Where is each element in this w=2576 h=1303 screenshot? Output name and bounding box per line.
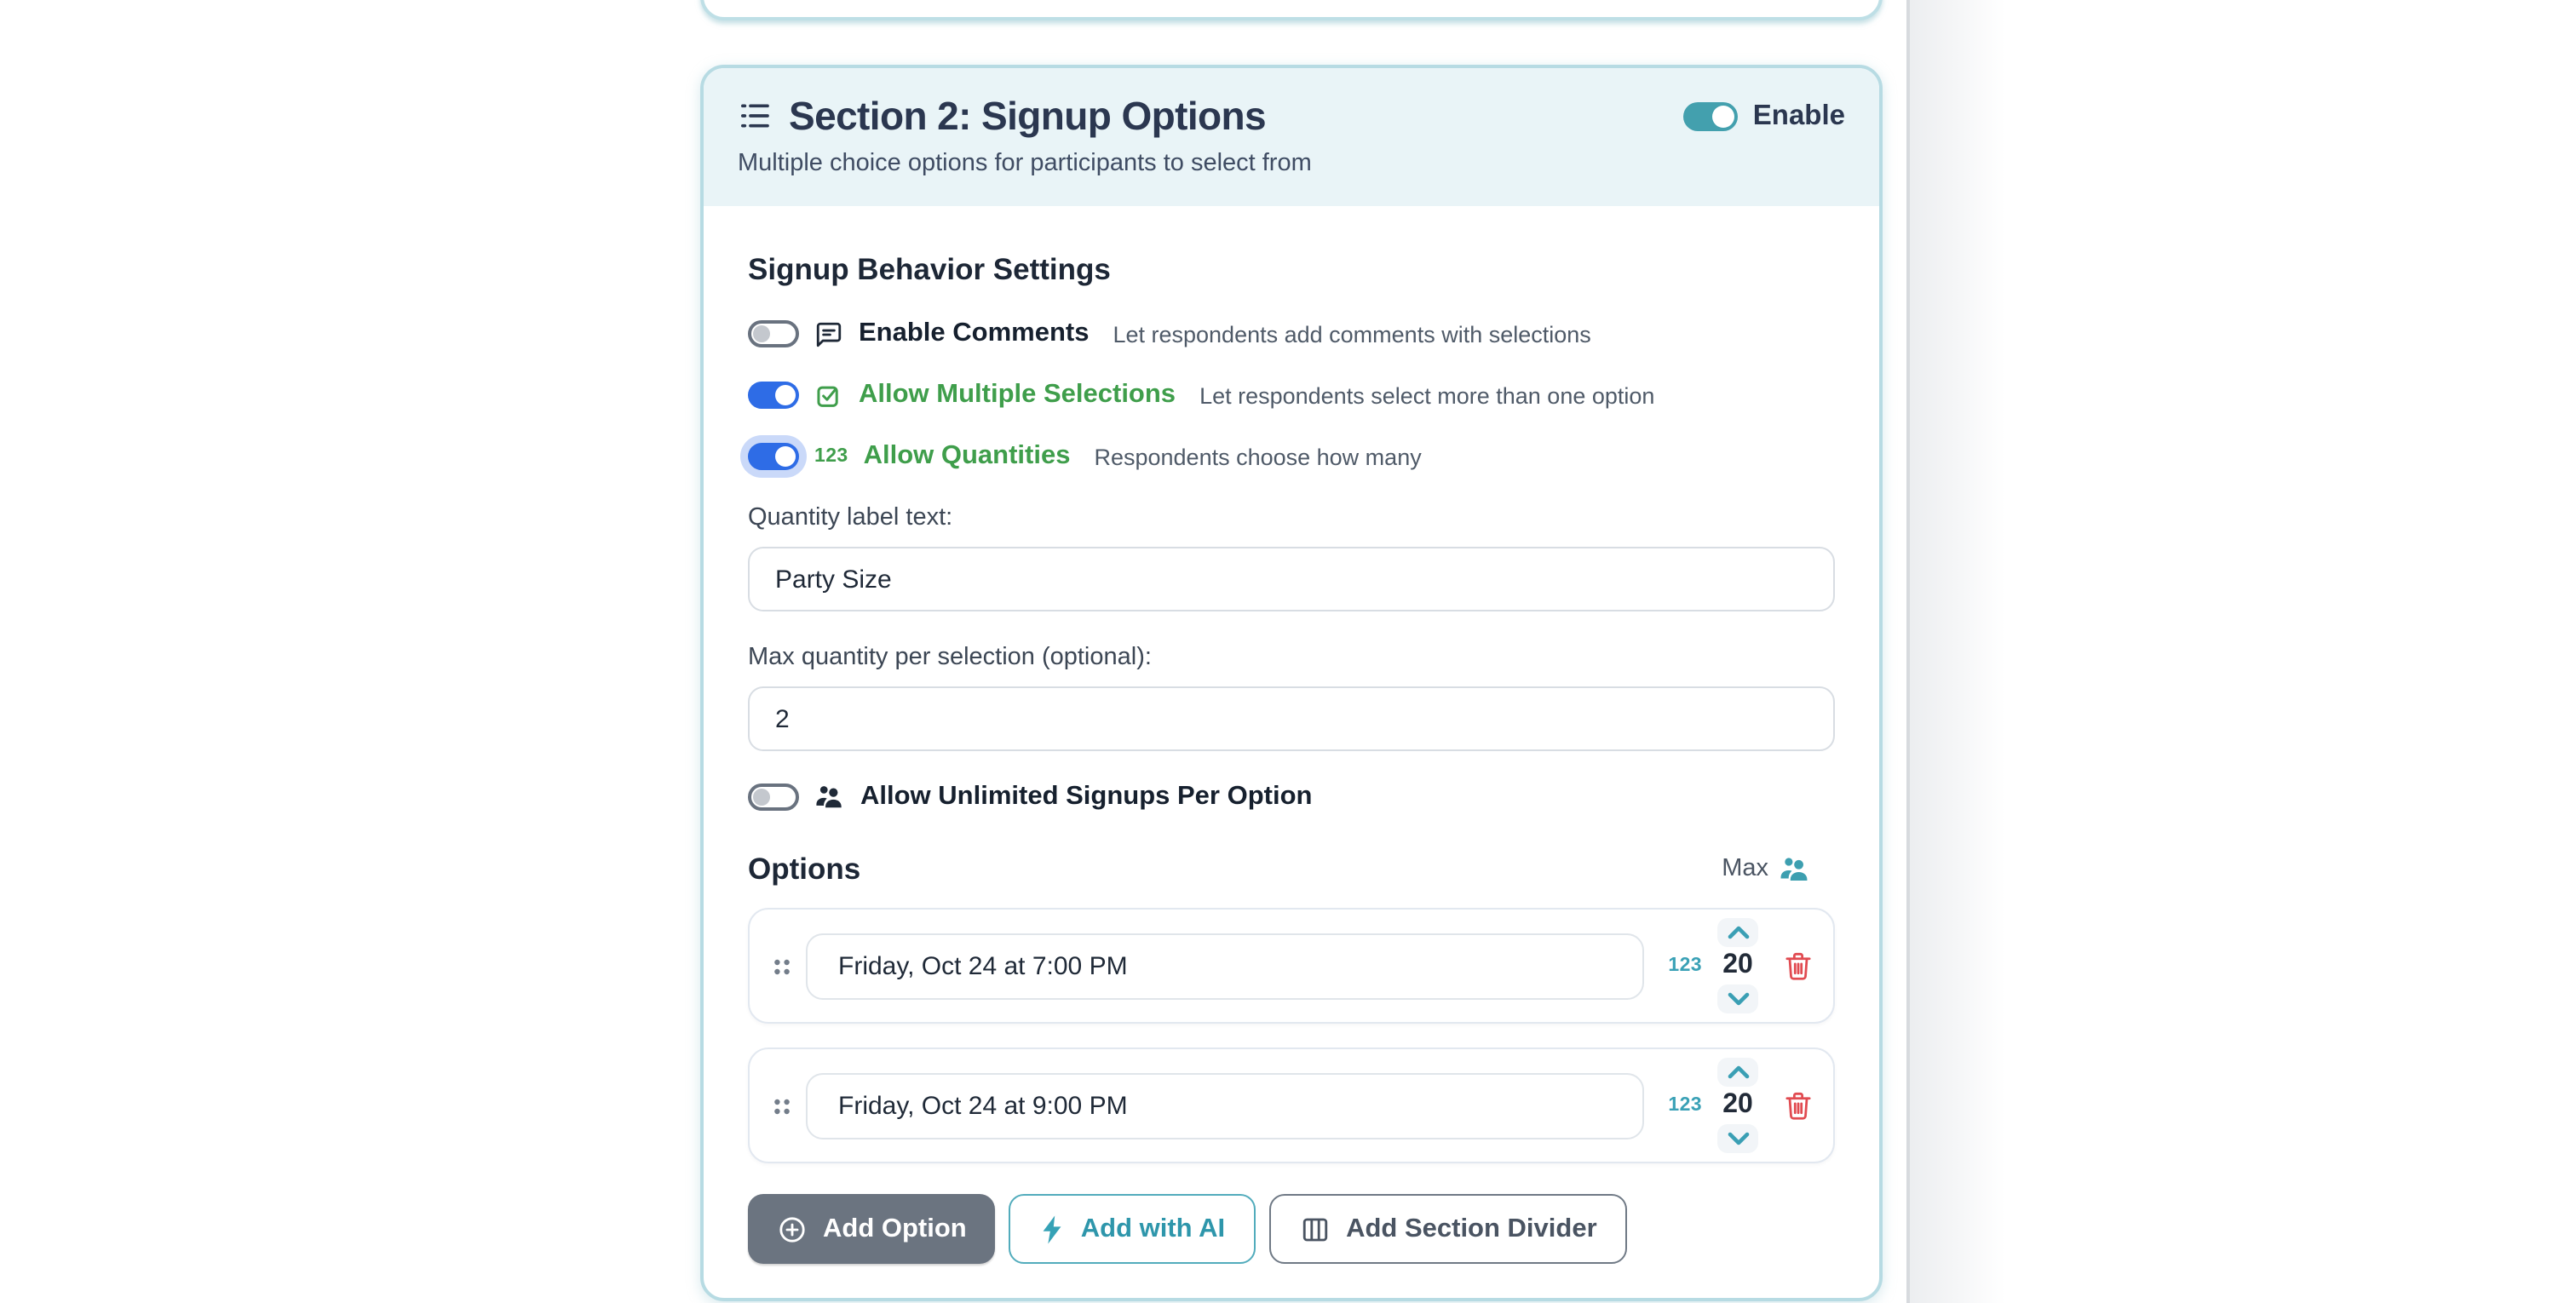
drag-handle-icon[interactable] bbox=[772, 953, 792, 979]
quantity-label-text-label: Quantity label text: bbox=[748, 502, 1835, 533]
drag-handle-icon[interactable] bbox=[772, 1093, 792, 1118]
columns-icon bbox=[1300, 1214, 1331, 1244]
enable-comments-label: Enable Comments bbox=[859, 319, 1089, 349]
enable-comments-description: Let respondents add comments with select… bbox=[1113, 321, 1590, 347]
option-text-input[interactable] bbox=[806, 1072, 1644, 1139]
form-builder-panel: Section 2: Signup Options Enable Multipl… bbox=[0, 0, 2576, 1303]
allow-multiple-description: Let respondents select more than one opt… bbox=[1199, 382, 1654, 408]
add-option-label: Add Option bbox=[823, 1214, 967, 1244]
enable-comments-toggle[interactable] bbox=[748, 320, 799, 347]
section-2-card: Section 2: Signup Options Enable Multipl… bbox=[700, 65, 1883, 1301]
stepper-up-button[interactable] bbox=[1717, 918, 1758, 947]
people-icon bbox=[814, 782, 845, 812]
list-icon bbox=[738, 99, 772, 133]
plus-circle-icon bbox=[777, 1214, 808, 1244]
allow-quantities-description: Respondents choose how many bbox=[1094, 444, 1421, 469]
max-quantity-value: 20 bbox=[1722, 950, 1753, 981]
max-quantity-stepper: 20 bbox=[1717, 918, 1758, 1013]
delete-option-button[interactable] bbox=[1784, 950, 1813, 982]
unlimited-signups-row: Allow Unlimited Signups Per Option bbox=[748, 778, 1835, 816]
numbers-123-icon-teal: 123 bbox=[1668, 1095, 1702, 1116]
section-title: Section 2: Signup Options bbox=[789, 90, 1266, 141]
allow-quantities-label: Allow Quantities bbox=[864, 441, 1071, 472]
quantity-label-input[interactable] bbox=[748, 547, 1835, 611]
section-header: Section 2: Signup Options Enable Multipl… bbox=[704, 68, 1879, 206]
max-quantity-value: 20 bbox=[1722, 1090, 1753, 1121]
allow-quantities-toggle[interactable] bbox=[748, 443, 799, 470]
option-row: 123 20 bbox=[748, 908, 1835, 1024]
add-with-ai-button[interactable]: Add with AI bbox=[1009, 1194, 1256, 1264]
people-icon-teal bbox=[1779, 852, 1811, 885]
add-with-ai-label: Add with AI bbox=[1081, 1214, 1225, 1244]
panel-divider-shadow bbox=[1910, 0, 2005, 1303]
add-section-divider-label: Add Section Divider bbox=[1346, 1214, 1597, 1244]
numbers-123-icon-teal: 123 bbox=[1668, 956, 1702, 976]
options-header: Options Max bbox=[748, 850, 1835, 887]
options-actions: Add Option Add with AI bbox=[748, 1194, 1835, 1264]
allow-multiple-toggle[interactable] bbox=[748, 382, 799, 409]
allow-quantities-row: 123 Allow Quantities Respondents choose … bbox=[748, 438, 1835, 475]
numbers-123-icon: 123 bbox=[814, 446, 848, 467]
section-subtitle: Multiple choice options for participants… bbox=[738, 148, 1845, 181]
option-text-input[interactable] bbox=[806, 933, 1644, 999]
enable-comments-row: Enable Comments Let respondents add comm… bbox=[748, 315, 1835, 353]
previous-section-card bbox=[700, 0, 1883, 20]
lightning-bolt-icon bbox=[1040, 1214, 1066, 1244]
section-content: Signup Behavior Settings Enable Comments… bbox=[704, 206, 1879, 1264]
max-quantity-stepper: 20 bbox=[1717, 1058, 1758, 1153]
stepper-down-button[interactable] bbox=[1717, 984, 1758, 1013]
stepper-down-button[interactable] bbox=[1717, 1124, 1758, 1153]
add-option-button[interactable]: Add Option bbox=[748, 1194, 996, 1264]
allow-multiple-row: Allow Multiple Selections Let respondent… bbox=[748, 376, 1835, 414]
max-quantity-label: Max quantity per selection (optional): bbox=[748, 642, 1835, 673]
unlimited-signups-toggle[interactable] bbox=[748, 784, 799, 811]
allow-multiple-label: Allow Multiple Selections bbox=[859, 380, 1176, 410]
comment-icon bbox=[814, 319, 843, 348]
delete-option-button[interactable] bbox=[1784, 1089, 1813, 1122]
max-quantity-input[interactable] bbox=[748, 686, 1835, 751]
section-enable-label: Enable bbox=[1753, 100, 1845, 132]
option-row: 123 20 bbox=[748, 1048, 1835, 1163]
unlimited-signups-label: Allow Unlimited Signups Per Option bbox=[860, 782, 1312, 812]
options-heading: Options bbox=[748, 850, 860, 887]
stepper-up-button[interactable] bbox=[1717, 1058, 1758, 1087]
section-enable-toggle[interactable] bbox=[1683, 101, 1738, 130]
checkbox-check-icon bbox=[814, 381, 843, 410]
add-section-divider-button[interactable]: Add Section Divider bbox=[1269, 1194, 1628, 1264]
max-column-label: Max bbox=[1722, 855, 1768, 882]
behavior-settings-heading: Signup Behavior Settings bbox=[748, 250, 1835, 288]
